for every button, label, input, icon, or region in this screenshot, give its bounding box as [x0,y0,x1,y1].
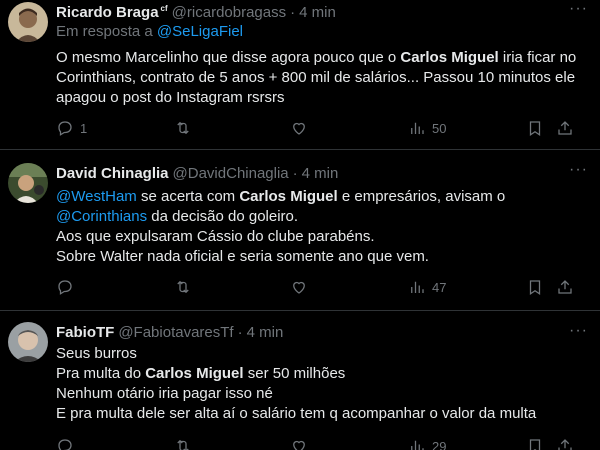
reply-to-link[interactable]: @SeLigaFiel [157,23,243,40]
tweet-actions: 29 [56,436,580,450]
share-icon [558,280,572,294]
avatar[interactable] [8,2,48,42]
retweet-icon [177,280,189,294]
reply-context: Em resposta a @SeLigaFiel [56,23,243,40]
author-name[interactable]: David Chinaglia [56,165,169,182]
like-button[interactable] [290,437,308,450]
views-button[interactable]: 50 [408,119,446,137]
more-icon[interactable]: ··· [569,0,588,18]
tweet[interactable]: David Chinaglia @DavidChinaglia · 4 min … [0,151,600,311]
views-icon [411,440,424,450]
more-icon[interactable]: ··· [569,322,588,340]
bookmark-icon [529,121,541,136]
tweet[interactable]: FabioTF @FabiotavaresTf · 4 min Seus bur… [0,312,600,450]
reply-button[interactable] [56,278,74,296]
author-handle[interactable]: @FabiotavaresTf [118,324,233,341]
share-button[interactable] [556,119,574,137]
mention-link[interactable]: @WestHam [56,188,137,205]
mention-link[interactable]: @Corinthians [56,208,147,225]
separator: · [292,164,298,182]
more-icon[interactable]: ··· [569,161,588,179]
timestamp[interactable]: 4 min [299,4,336,21]
tweet-header: FabioTF @FabiotavaresTf · 4 min [56,322,590,342]
bookmark-button[interactable] [526,278,544,296]
retweet-button[interactable] [174,119,192,137]
bookmark-button[interactable] [526,119,544,137]
reply-icon [58,439,72,450]
author-name[interactable]: Ricardo Braga cf [56,4,168,21]
separator: · [237,323,243,341]
timestamp[interactable]: 4 min [302,165,339,182]
retweet-icon [177,439,189,450]
retweet-button[interactable] [174,437,192,450]
reply-count: 1 [80,120,88,136]
views-icon [411,122,424,134]
like-button[interactable] [290,278,308,296]
views-count: 47 [432,279,447,295]
share-button[interactable] [556,437,574,450]
tweet-actions: 1 50 [56,118,580,138]
bookmark-icon [529,439,541,450]
bookmark-icon [529,280,541,295]
tweet[interactable]: Ricardo Braga cf @ricardobragass · 4 min … [0,0,600,150]
avatar[interactable] [8,163,48,203]
share-button[interactable] [556,278,574,296]
heart-icon [293,122,305,135]
tweet-text: @WestHam se acerta com Carlos Miguel e e… [56,188,506,265]
badge: cf [160,3,168,13]
retweet-button[interactable] [174,278,192,296]
tweet-header: Ricardo Braga cf @ricardobragass · 4 min [56,2,590,22]
separator: · [290,3,296,21]
views-icon [411,281,424,293]
tweet-header: David Chinaglia @DavidChinaglia · 4 min [56,163,590,183]
avatar[interactable] [8,322,48,362]
views-button[interactable]: 29 [408,437,446,450]
retweet-icon [177,121,189,135]
timestamp[interactable]: 4 min [247,324,284,341]
heart-icon [293,281,305,294]
share-icon [558,439,572,450]
author-name[interactable]: FabioTF [56,324,114,341]
views-count: 29 [432,438,447,450]
reply-icon [58,121,72,136]
tweet-actions: 47 [56,277,580,297]
heart-icon [293,440,305,450]
author-handle[interactable]: @ricardobragass [172,4,286,21]
views-button[interactable]: 47 [408,278,446,296]
author-handle[interactable]: @DavidChinaglia [173,165,289,182]
like-button[interactable] [290,119,308,137]
reply-button[interactable] [56,437,74,450]
reply-button[interactable]: 1 [56,119,87,137]
tweet-text: O mesmo Marcelinho que disse agora pouco… [56,49,577,106]
bookmark-button[interactable] [526,437,544,450]
reply-icon [58,280,72,295]
views-count: 50 [432,120,447,136]
tweet-text: Seus burros Pra multa do Carlos Miguel s… [56,345,537,422]
share-icon [558,121,572,135]
